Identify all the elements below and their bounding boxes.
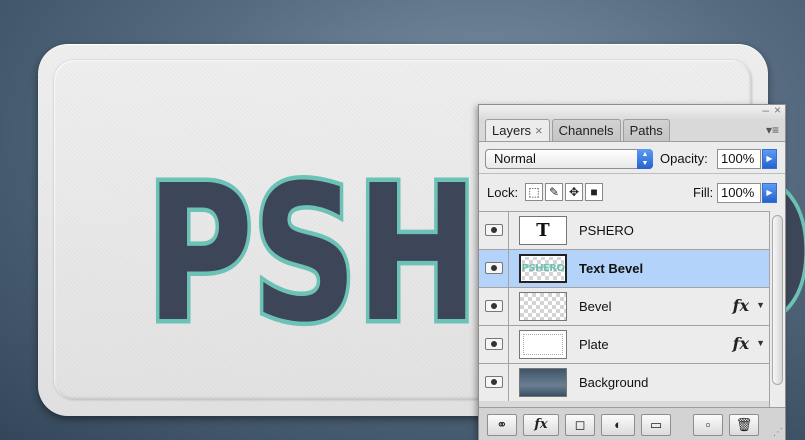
lock-fill-row: Lock: ⬚ ✎ ✥ ■ Fill: 100% ▶ — [479, 173, 785, 211]
tab-paths-label: Paths — [629, 123, 663, 138]
visibility-toggle[interactable] — [479, 212, 509, 249]
layer-name: Background — [579, 375, 649, 390]
lock-all-icon[interactable]: ■ — [585, 183, 603, 201]
layer-thumbnail — [519, 368, 567, 397]
layer-list-scrollbar[interactable] — [769, 211, 785, 407]
text-layer-icon: T — [519, 216, 567, 245]
tab-layers[interactable]: Layers × — [485, 119, 550, 141]
close-panel-icon[interactable]: × — [774, 103, 781, 117]
eye-icon — [485, 300, 503, 312]
scrollbar-thumb[interactable] — [772, 215, 783, 385]
layer-row-text-bevel[interactable]: PSHERO Text Bevel — [479, 249, 769, 287]
effects-expand-icon[interactable]: ▼ — [756, 338, 765, 348]
layer-thumbnail — [519, 292, 567, 321]
tab-paths[interactable]: Paths — [622, 119, 670, 141]
link-layers-icon[interactable]: ⚭ — [487, 414, 517, 436]
tab-channels-label: Channels — [558, 123, 614, 138]
opacity-label: Opacity: — [660, 151, 708, 166]
panel-bottom-bar: ⚭ fx ◻ ◐ ▭ ▫ 🗑 ⋰ — [479, 407, 785, 440]
visibility-toggle[interactable] — [479, 326, 509, 363]
plate-outline-icon — [523, 334, 563, 355]
fx-icon[interactable]: fx — [733, 334, 749, 353]
lock-transparency-icon[interactable]: ⬚ — [525, 183, 543, 201]
panel-tabs: Layers × Channels Paths — [485, 119, 672, 141]
eye-icon — [485, 338, 503, 350]
fx-icon[interactable]: fx — [733, 296, 749, 315]
opacity-input[interactable]: 100% — [717, 149, 761, 169]
tab-layers-label: Layers — [492, 123, 532, 138]
layer-name: PSHERO — [579, 223, 634, 238]
eye-icon — [485, 376, 503, 388]
tab-close-icon[interactable]: × — [535, 120, 543, 141]
visibility-toggle[interactable] — [479, 364, 509, 401]
layer-row-bevel[interactable]: Bevel fx ▼ — [479, 287, 769, 325]
resize-grip-icon[interactable]: ⋰ — [773, 427, 783, 438]
eye-icon — [485, 262, 503, 274]
lock-label: Lock: — [487, 185, 519, 200]
layer-mask-icon[interactable]: ◻ — [565, 414, 595, 436]
lock-image-pixels-icon[interactable]: ✎ — [545, 183, 563, 201]
layer-row-background[interactable]: Background — [479, 363, 769, 401]
adjustment-layer-icon[interactable]: ◐ — [601, 414, 635, 436]
lock-position-icon[interactable]: ✥ — [565, 183, 583, 201]
fill-slider-arrow-icon[interactable]: ▶ — [762, 183, 777, 203]
fill-input[interactable]: 100% — [717, 183, 761, 203]
layers-panel: – × Layers × Channels Paths ▾≡ Normal ▲ ▼… — [478, 103, 786, 440]
visibility-toggle[interactable] — [479, 250, 509, 287]
blend-mode-stepper-icon[interactable]: ▲ ▼ — [637, 149, 653, 169]
blend-mode-value: Normal — [494, 151, 536, 166]
layer-name: Bevel — [579, 299, 612, 314]
blend-opacity-row: Normal ▲ ▼ Opacity: 100% ▶ — [479, 141, 785, 173]
minimize-icon[interactable]: – — [762, 103, 769, 117]
fill-label: Fill: — [693, 185, 714, 200]
trash-icon[interactable]: 🗑 — [729, 414, 759, 436]
layer-row-pshero[interactable]: T PSHERO — [479, 211, 769, 249]
layer-thumbnail: PSHERO — [519, 254, 567, 283]
opacity-slider-arrow-icon[interactable]: ▶ — [762, 149, 777, 169]
blend-mode-select[interactable]: Normal ▲ ▼ — [485, 149, 653, 169]
layer-name: Text Bevel — [579, 261, 644, 276]
tab-channels[interactable]: Channels — [551, 119, 621, 141]
layer-list: T PSHERO PSHERO Text Bevel Bevel fx ▼ Pl… — [479, 211, 769, 401]
layer-row-plate[interactable]: Plate fx ▼ — [479, 325, 769, 363]
layer-name: Plate — [579, 337, 609, 352]
panel-titlebar[interactable]: – × — [479, 103, 785, 119]
panel-menu-icon[interactable]: ▾≡ — [766, 123, 779, 137]
effects-expand-icon[interactable]: ▼ — [756, 300, 765, 310]
fx-styles-icon[interactable]: fx — [523, 414, 559, 436]
new-layer-icon[interactable]: ▫ — [693, 414, 723, 436]
visibility-toggle[interactable] — [479, 288, 509, 325]
layer-thumbnail — [519, 330, 567, 359]
new-group-icon[interactable]: ▭ — [641, 414, 671, 436]
eye-icon — [485, 224, 503, 236]
